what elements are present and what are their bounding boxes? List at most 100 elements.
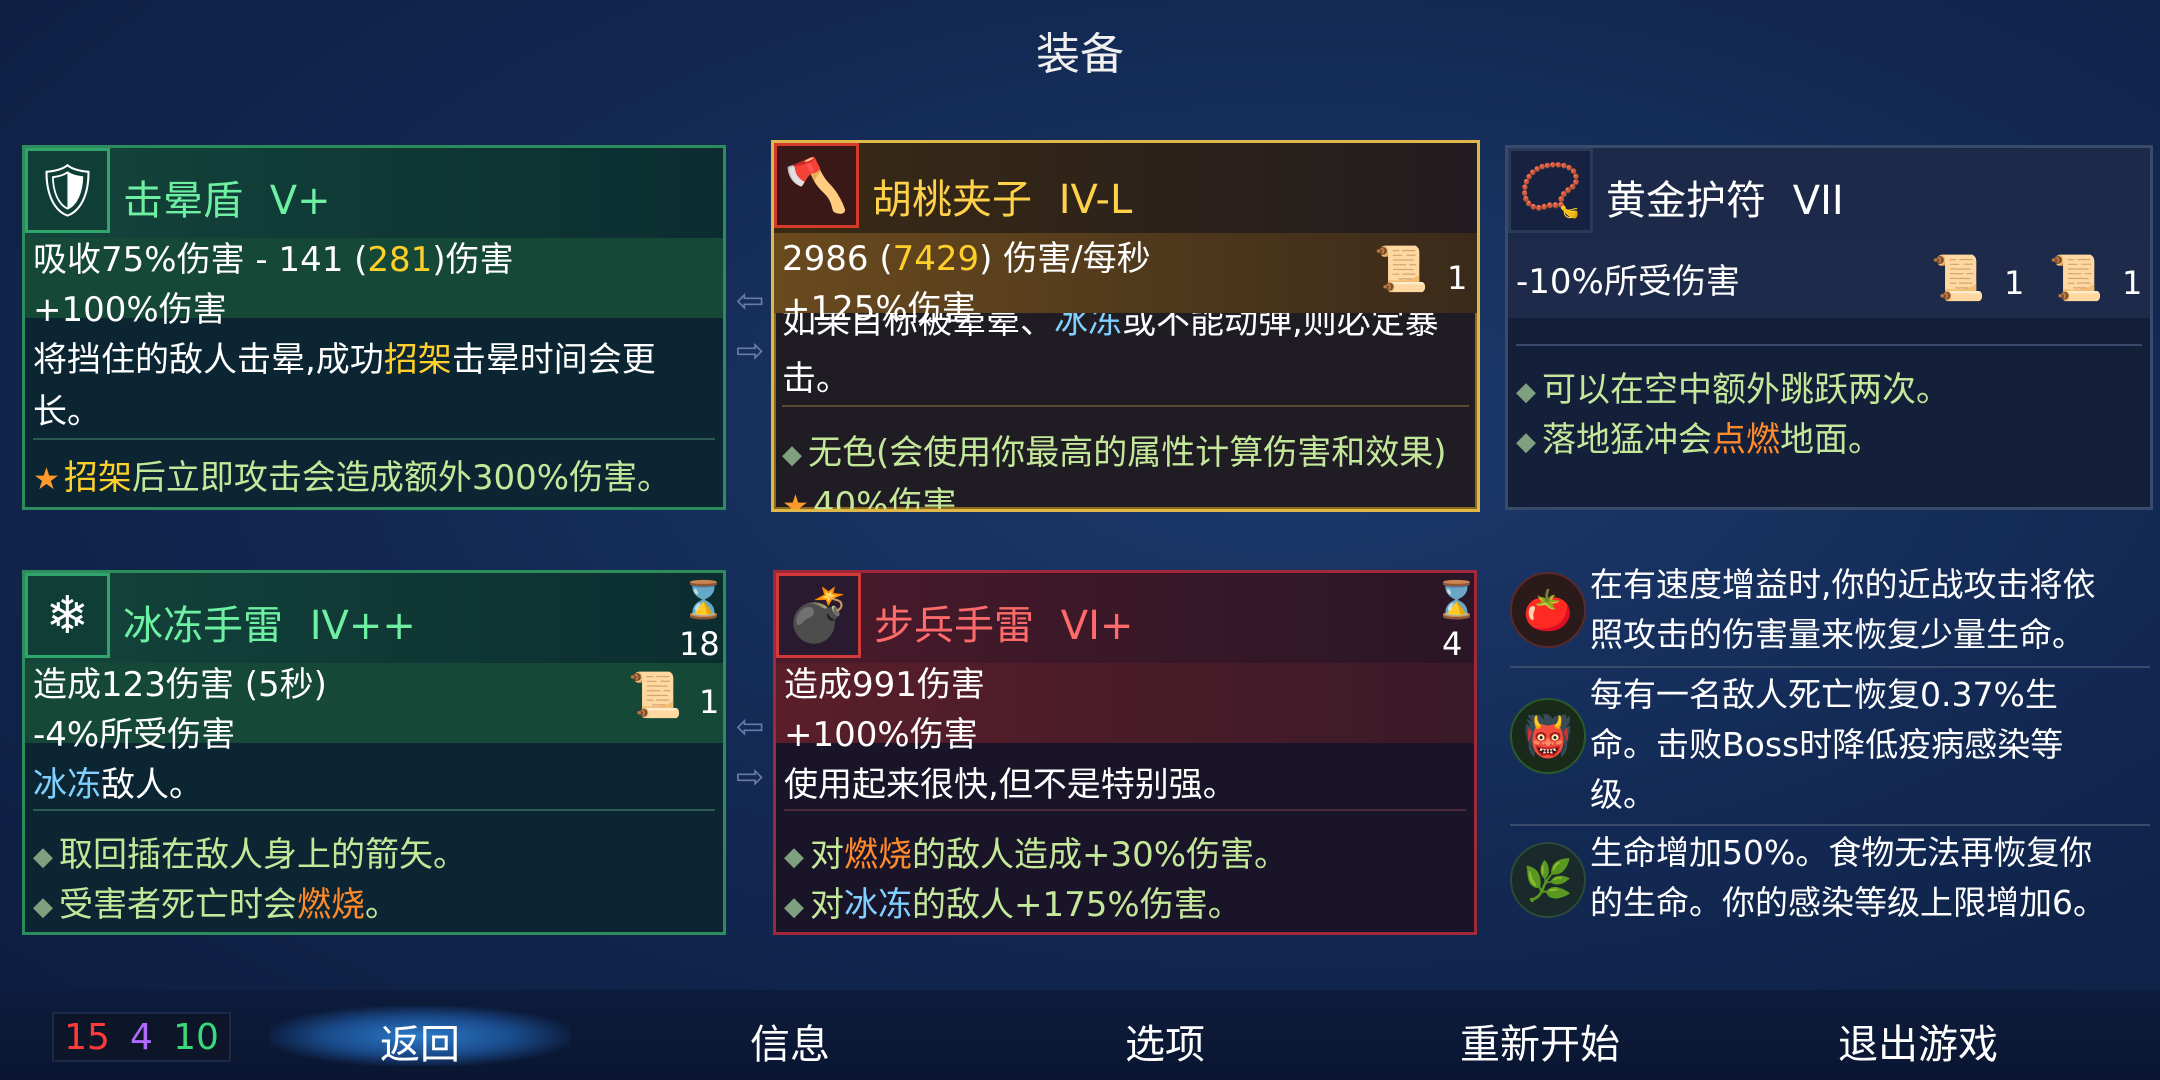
item-name: 冰冻手雷 IV++ (123, 593, 416, 651)
divider (1510, 824, 2150, 826)
desc-text: 或不能动弹,则必定暴 (1122, 313, 1439, 339)
description: 长。 (33, 392, 101, 432)
mutation-item[interactable]: 🌿 生命增加50%。食物无法再恢复你 的生命。你的感染等级上限增加6。 (1510, 828, 2150, 938)
stat-line: 造成123伤害 (5秒) (33, 665, 327, 705)
item-card-ice-grenade[interactable]: ❄ 冰冻手雷 IV++ ⌛ 18 造成123伤害 (5秒) -4%所受伤害 📜 … (22, 570, 726, 935)
item-title: 冰冻手雷 (123, 603, 283, 649)
stat-line: -4%所受伤害 (33, 715, 236, 755)
mutation-item[interactable]: 👹 每有一名敌人死亡恢复0.37%生 命。击败Boss时降低疫病感染等 级。 (1510, 670, 2150, 820)
stat-line: +100%伤害 (33, 290, 227, 330)
tactics-count: 4 (130, 1016, 153, 1058)
affix-text: 对 (810, 885, 844, 925)
necro-mutation-icon: 🌿 (1510, 842, 1586, 918)
hourglass-icon: ⌛ (1434, 580, 1477, 621)
info-button[interactable]: 信息 (690, 1012, 890, 1070)
affix-text: 取回插在敌人身上的箭矢。 (59, 835, 467, 875)
item-title: 胡桃夹子 (872, 177, 1032, 223)
item-name: 击晕盾 V+ (123, 168, 331, 226)
stat-text: )伤害 (432, 240, 514, 280)
description-partial: 如果目标被晕晕、冰冻或不能动弹,则必定暴 (782, 313, 1439, 339)
options-button[interactable]: 选项 (1065, 1012, 1265, 1070)
speed-heal-mutation-icon: 🍅 (1510, 572, 1586, 648)
diamond-icon: ◆ (784, 891, 804, 922)
item-name: 步兵手雷 VI+ (874, 593, 1133, 651)
mutation-text: 在有速度增益时,你的近战攻击将依 (1590, 565, 2096, 604)
affix: ◆ 可以在空中额外跳跃两次。 (1516, 362, 1950, 411)
affix-text: 。 (365, 885, 399, 925)
diamond-icon: ◆ (33, 841, 53, 872)
stat-line: +100%伤害 (784, 715, 978, 755)
affix: ◆ 对燃烧的敌人造成+30%伤害。 (784, 827, 1288, 876)
affix-text: 落地猛冲会 (1542, 420, 1712, 460)
desc-text: 将挡住的敌人击晕,成功 (33, 340, 384, 380)
arrow-left-icon: ⇦ (735, 707, 765, 747)
diamond-icon: ◆ (782, 439, 802, 470)
mutation-text: 生命增加50%。食物无法再恢复你 (1590, 833, 2093, 872)
hourglass-icon: ⌛ (681, 580, 726, 621)
legendary-bonus: ★ 40%伤害 (782, 477, 957, 512)
item-tier: VI+ (1060, 603, 1134, 649)
keyword: 点燃 (1712, 420, 1780, 460)
item-card-nutcracker[interactable]: 🪓 胡桃夹子 IV-L 2986 (7429) 伤害/每秒 +125%伤害 📜 … (771, 140, 1480, 512)
affix-text: 的敌人+175%伤害。 (912, 885, 1242, 925)
divider (33, 438, 715, 440)
mutation-text: 照攻击的伤害量来恢复少量生命。 (1590, 615, 2085, 654)
page-title: 装备 (1036, 29, 1124, 80)
keyword: 招架 (63, 458, 132, 498)
brutality-count: 15 (64, 1016, 110, 1058)
diamond-icon: ◆ (33, 891, 53, 922)
mutation-text: 的生命。你的感染等级上限增加6。 (1590, 883, 2106, 922)
item-name: 胡桃夹子 IV-L (872, 167, 1132, 225)
description: 将挡住的敌人击晕,成功招架击晕时间会更 (33, 332, 656, 381)
arrow-left-icon: ⇦ (735, 281, 765, 321)
quit-game-button[interactable]: 退出游戏 (1788, 1012, 2048, 1070)
item-card-amulet[interactable]: 📿 黄金护符 VII -10%所受伤害 📜 1 📜 1 ◆ 可以在空中额外跳跃两次… (1505, 145, 2153, 510)
affix-text: 地面。 (1780, 420, 1882, 460)
item-title: 击晕盾 (123, 178, 243, 224)
legendary-bonus: ★ 招架后立即攻击会造成额外300%伤害。 (33, 450, 671, 499)
item-title: 黄金护符 (1606, 178, 1766, 224)
stat-value: 7429 (892, 239, 980, 279)
mutation-text: 级。 (1590, 775, 1656, 814)
affix: ◆ 落地猛冲会点燃地面。 (1516, 412, 1882, 461)
bonus-text: 40%伤害 (812, 485, 957, 512)
keyword: 招架 (383, 340, 452, 380)
mutation-list: 🍅 在有速度增益时,你的近战攻击将依 照攻击的伤害量来恢复少量生命。 👹 每有一… (1510, 560, 2160, 940)
item-card-shield[interactable]: 🛡 击晕盾 V+ 吸收75%伤害 - 141 (281)伤害 +100%伤害 将… (22, 145, 726, 510)
divider (784, 809, 1466, 811)
diamond-icon: ◆ (784, 841, 804, 872)
affix-text: 受害者死亡时会 (59, 885, 297, 925)
mutation-item[interactable]: 🍅 在有速度增益时,你的近战攻击将依 照攻击的伤害量来恢复少量生命。 (1510, 560, 2150, 670)
item-tier: V+ (269, 178, 331, 224)
description: 冰冻敌人。 (33, 757, 203, 806)
diamond-icon: ◆ (1516, 426, 1536, 457)
bonus-text: 后立即攻击会造成额外300%伤害。 (131, 458, 672, 498)
mutation-text: 每有一名敌人死亡恢复0.37%生 (1590, 675, 2058, 714)
star-icon: ★ (782, 489, 809, 512)
affix-text: 可以在空中额外跳跃两次。 (1542, 370, 1950, 410)
scroll-count: 1 (2004, 264, 2025, 302)
brutality-scroll-icon: 📜 (1373, 244, 1429, 295)
scroll-count: 1 (699, 683, 720, 721)
stat-line: 造成991伤害 (784, 665, 985, 705)
back-button[interactable]: 返回 (320, 1012, 520, 1070)
grenade-icon: 💣 (776, 573, 861, 658)
stat-text: 2986 ( (782, 239, 893, 279)
stat-line: 吸收75%伤害 - 141 (281)伤害 (33, 232, 514, 281)
keyword: 冰冻 (1054, 313, 1122, 339)
item-tier: VII (1792, 178, 1844, 224)
scroll-count: 1 (1447, 259, 1468, 297)
divider (1516, 344, 2142, 346)
tactics-scroll-icon: 📜 (627, 670, 683, 721)
keyword: 燃烧 (844, 835, 912, 875)
survival-scroll-icon: 📜 (2048, 253, 2104, 304)
desc-text: 击晕时间会更 (451, 340, 656, 380)
affix: ◆ 受害者死亡时会燃烧。 (33, 877, 399, 926)
cooldown-value: 18 (679, 625, 720, 663)
stat-text: 吸收75%伤害 - 141 ( (33, 240, 368, 280)
shield-icon: 🛡 (25, 148, 110, 233)
restart-button[interactable]: 重新开始 (1410, 1012, 1670, 1070)
keyword: 冰冻 (844, 885, 912, 925)
item-card-infantry-grenade[interactable]: 💣 步兵手雷 VI+ ⌛ 4 造成991伤害 +100%伤害 使用起来很快,但不… (773, 570, 1477, 935)
divider (33, 809, 715, 811)
